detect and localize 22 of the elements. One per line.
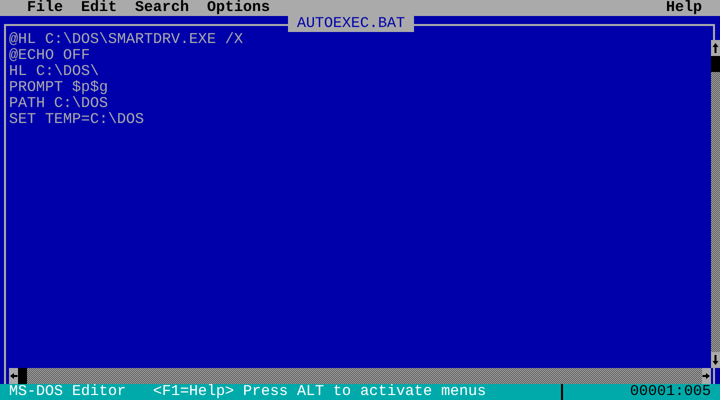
code-line: HL C:\DOS\: [9, 63, 100, 80]
code-line: @HL C:\DOS\SMARTDRV.EXE /X: [9, 32, 244, 48]
scroll-thumb[interactable]: [18, 368, 27, 384]
vertical-scrollbar[interactable]: [711, 40, 720, 368]
code-line: PATH C:\DOS: [9, 95, 108, 112]
cursor-position: 00001:005: [561, 384, 720, 400]
code-line: @ECHO OFF: [9, 47, 90, 64]
help-menu[interactable]: Help: [656, 0, 711, 16]
menu-item[interactable]: Options: [198, 0, 280, 16]
code-line: SET TEMP=C:\DOS: [9, 111, 144, 128]
menu-item[interactable]: Edit: [72, 0, 126, 16]
menu-item[interactable]: File: [18, 0, 72, 16]
app-name: MS-DOS Editor: [9, 384, 126, 400]
up-arrow-icon[interactable]: [711, 40, 720, 56]
down-arrow-icon[interactable]: [711, 352, 720, 368]
status-hint: <F1=Help> Press ALT to activate menus: [153, 384, 488, 400]
window-title: AUTOEXEC.BAT: [288, 16, 414, 32]
scroll-thumb[interactable]: [711, 56, 720, 72]
text-area[interactable]: @HL C:\DOS\SMARTDRV.EXE /X @ECHO OFF HL C:\DOS\ PROMPT $p$g PATH C:\DOS SET TEMP=C:\DOS: [9, 32, 711, 368]
horizontal-scrollbar[interactable]: [9, 368, 711, 384]
menu-item[interactable]: Search: [126, 0, 198, 16]
code-line: PROMPT $p$g: [9, 79, 108, 96]
